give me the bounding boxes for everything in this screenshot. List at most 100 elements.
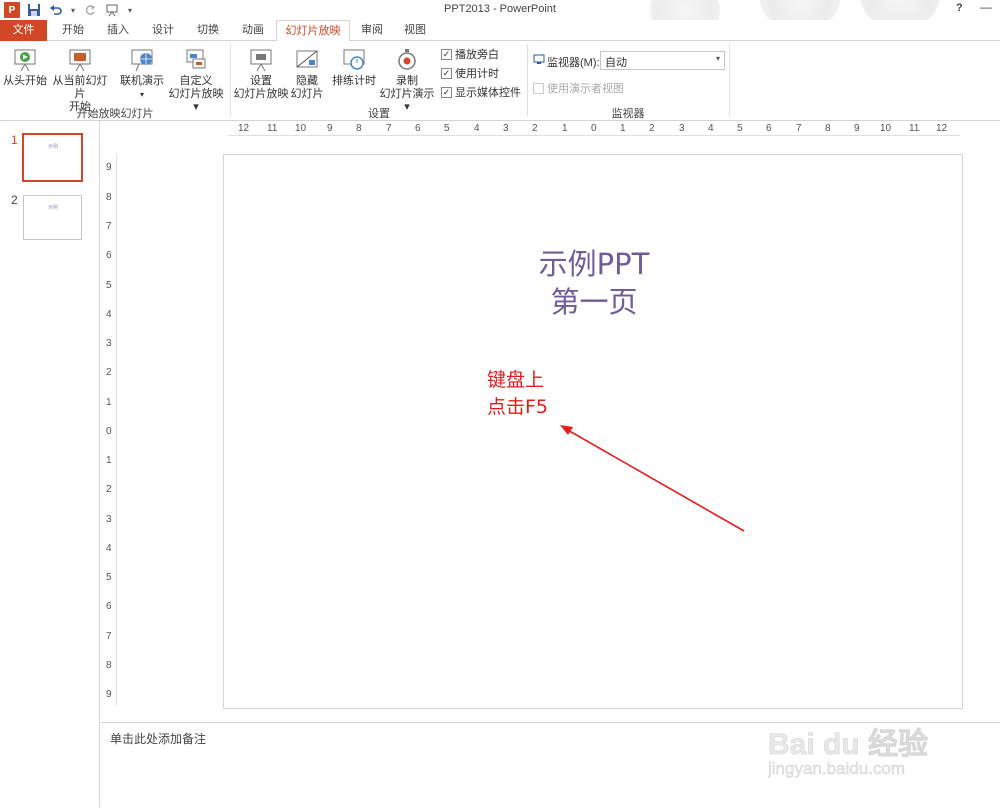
checkbox-label: 使用计时 bbox=[455, 68, 499, 80]
slide-thumbnail-pane: 1 示例 2 示例 bbox=[0, 121, 100, 807]
ruler-tick: 2 bbox=[106, 367, 112, 378]
ruler-tick: 6 bbox=[766, 123, 772, 134]
stopwatch-slide-icon bbox=[341, 47, 367, 73]
tab-home[interactable]: 开始 bbox=[53, 20, 93, 41]
ruler-tick: 8 bbox=[825, 123, 831, 134]
slideshow-current-icon bbox=[67, 47, 93, 73]
ruler-tick: 7 bbox=[386, 123, 392, 134]
from-beginning-label: 从头开始 bbox=[3, 75, 47, 87]
checkbox-label: 使用演示者视图 bbox=[547, 83, 624, 95]
from-current-slide-button[interactable]: 从当前幻灯片 开始 bbox=[48, 47, 112, 114]
slide-canvas[interactable]: 示例PPT 第一页 键盘上 点击F5 bbox=[223, 154, 963, 709]
slideshow-play-icon bbox=[12, 47, 38, 73]
ruler-tick: 5 bbox=[106, 280, 112, 291]
monitor-select-value: 自动 bbox=[605, 57, 627, 69]
annotation-arrow bbox=[560, 425, 745, 532]
save-icon[interactable] bbox=[26, 2, 42, 18]
horizontal-ruler[interactable]: 12 11 10 9 8 7 6 5 4 3 2 1 0 1 2 3 4 5 6… bbox=[228, 123, 960, 136]
ruler-tick: 4 bbox=[106, 543, 112, 554]
ruler-tick: 1 bbox=[106, 397, 112, 408]
watermark-brand: Bai du 经验 bbox=[768, 727, 928, 761]
setup-slideshow-label-2: 幻灯片放映 bbox=[233, 88, 289, 100]
ruler-tick: 1 bbox=[620, 123, 626, 134]
tab-slideshow[interactable]: 幻灯片放映 bbox=[276, 20, 350, 42]
slide-thumbnail[interactable]: 示例 bbox=[23, 195, 82, 240]
tab-animations[interactable]: 动画 bbox=[233, 20, 273, 41]
checkbox-box[interactable]: ✓ bbox=[441, 86, 452, 98]
setup-slideshow-icon bbox=[248, 47, 274, 73]
hide-slide-icon bbox=[294, 47, 320, 73]
from-current-label-1: 从当前幻灯片 bbox=[52, 75, 108, 100]
dropdown-icon[interactable]: ▾ bbox=[70, 2, 76, 18]
watermark-url: jingyan.baidu.com bbox=[768, 759, 905, 778]
tab-insert[interactable]: 插入 bbox=[98, 20, 138, 41]
monitor-select[interactable]: 自动 ▾ bbox=[600, 51, 725, 70]
ruler-tick: 3 bbox=[679, 123, 685, 134]
ruler-tick: 11 bbox=[909, 123, 920, 134]
ruler-tick: 11 bbox=[267, 123, 278, 134]
ruler-tick: 8 bbox=[106, 192, 112, 203]
use-timings-checkbox[interactable]: ✓ 使用计时 bbox=[441, 65, 499, 81]
play-narrations-checkbox[interactable]: ✓ 播放旁白 bbox=[441, 46, 499, 62]
ruler-tick: 8 bbox=[356, 123, 362, 134]
custom-slideshow-icon bbox=[183, 47, 209, 73]
ruler-tick: 2 bbox=[106, 484, 112, 495]
checkbox-box[interactable]: ✓ bbox=[441, 67, 452, 79]
rehearse-timings-label: 排练计时 bbox=[332, 75, 376, 87]
vertical-ruler[interactable]: 9 8 7 6 5 4 3 2 1 0 1 2 3 4 5 6 7 8 9 bbox=[104, 154, 117, 706]
ruler-tick: 12 bbox=[936, 123, 948, 134]
ruler-tick: 1 bbox=[106, 455, 112, 466]
tab-review[interactable]: 审阅 bbox=[352, 20, 392, 41]
hide-slide-label-2: 幻灯片 bbox=[290, 88, 324, 100]
minimize-button[interactable]: — bbox=[980, 0, 992, 14]
ruler-tick: 5 bbox=[737, 123, 743, 134]
group-separator bbox=[729, 44, 730, 116]
ribbon-tabs: 文件 开始 插入 设计 切换 动画 幻灯片放映 审阅 视图 bbox=[0, 20, 1000, 42]
ruler-tick: 3 bbox=[106, 514, 112, 525]
ruler-tick: 6 bbox=[106, 601, 112, 612]
powerpoint-app-icon[interactable]: P bbox=[4, 2, 20, 18]
slide-thumbnail[interactable]: 示例 bbox=[22, 133, 83, 182]
chevron-down-icon: ▾ bbox=[715, 54, 720, 63]
tab-file[interactable]: 文件 bbox=[0, 20, 47, 41]
ruler-tick: 4 bbox=[708, 123, 714, 134]
slide-number: 2 bbox=[11, 193, 18, 207]
redo-icon[interactable] bbox=[82, 2, 98, 18]
globe-icon bbox=[129, 47, 155, 73]
ruler-tick: 4 bbox=[106, 309, 112, 320]
rehearse-timings-button[interactable]: 排练计时 bbox=[330, 47, 378, 88]
tab-view[interactable]: 视图 bbox=[395, 20, 435, 41]
custom-slideshow-button[interactable]: 自定义 幻灯片放映 ▾ bbox=[165, 47, 227, 114]
hide-slide-label-1: 隐藏 bbox=[296, 75, 318, 87]
ruler-tick: 1 bbox=[562, 123, 568, 134]
ruler-tick: 6 bbox=[415, 123, 421, 134]
show-media-controls-checkbox[interactable]: ✓ 显示媒体控件 bbox=[441, 84, 521, 100]
checkbox-label: 播放旁白 bbox=[455, 49, 499, 61]
quick-access-toolbar: P ▾ ▾ bbox=[4, 1, 134, 19]
tab-design[interactable]: 设计 bbox=[143, 20, 183, 41]
hide-slide-button[interactable]: 隐藏 幻灯片 bbox=[288, 47, 326, 101]
thumbnail-title: 示例 bbox=[48, 144, 59, 150]
checkbox-box[interactable] bbox=[533, 82, 544, 94]
customize-qat-icon[interactable]: ▾ bbox=[126, 2, 134, 18]
checkbox-box[interactable]: ✓ bbox=[441, 48, 452, 60]
help-button[interactable]: ? bbox=[956, 2, 963, 14]
present-online-button[interactable]: 联机演示 ▾ bbox=[118, 47, 166, 101]
slide-number: 1 bbox=[11, 133, 18, 147]
presenter-view-checkbox[interactable]: 使用演示者视图 bbox=[533, 80, 624, 96]
group-label-start-slideshow: 开始放映幻灯片 bbox=[76, 108, 154, 120]
present-icon[interactable] bbox=[104, 2, 120, 18]
ruler-tick: 10 bbox=[295, 123, 307, 134]
ruler-tick: 9 bbox=[106, 162, 112, 173]
ruler-tick: 9 bbox=[327, 123, 333, 134]
tab-transitions[interactable]: 切换 bbox=[188, 20, 228, 41]
ribbon: 从头开始 从当前幻灯片 开始 联机演示 ▾ 自定义 幻灯片放映 ▾ 开始放映幻灯… bbox=[0, 41, 1000, 121]
setup-slideshow-button[interactable]: 设置 幻灯片放映 bbox=[233, 47, 289, 101]
undo-icon[interactable] bbox=[48, 2, 64, 18]
baidu-watermark: Bai du 经验 jingyan.baidu.com bbox=[767, 718, 1000, 807]
ruler-tick: 5 bbox=[106, 572, 112, 583]
record-slideshow-button[interactable]: 录制 幻灯片演示 ▾ bbox=[376, 47, 438, 114]
ruler-tick: 10 bbox=[880, 123, 892, 134]
notes-placeholder: 单击此处添加备注 bbox=[110, 732, 207, 746]
from-beginning-button[interactable]: 从头开始 bbox=[3, 47, 47, 88]
